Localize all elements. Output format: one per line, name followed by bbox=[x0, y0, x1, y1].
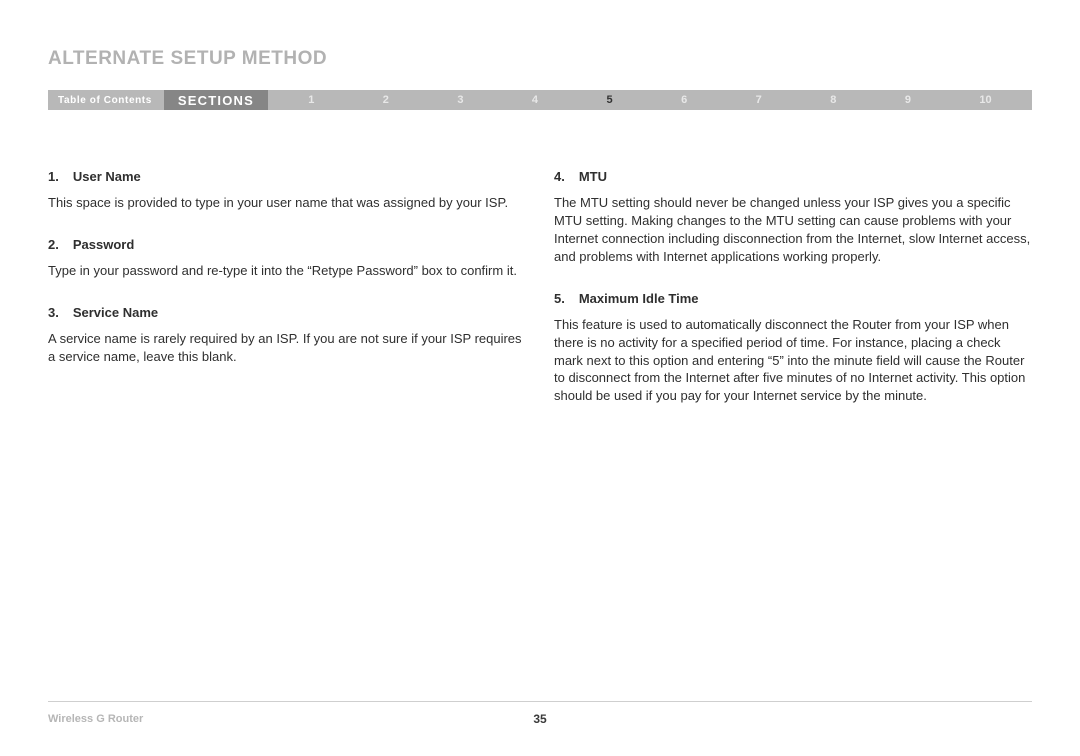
entry: 3. Service Name A service name is rarely r… bbox=[48, 304, 526, 366]
section-numbers: 1 2 3 4 5 6 7 8 9 10 bbox=[268, 90, 1032, 110]
section-link-9[interactable]: 9 bbox=[905, 90, 911, 110]
entry-heading: 2. Password bbox=[48, 236, 526, 254]
entry-title: Service Name bbox=[73, 305, 158, 320]
entry: 2. Password Type in your password and re-t… bbox=[48, 236, 526, 280]
entry-title: Maximum Idle Time bbox=[579, 291, 699, 306]
section-link-3[interactable]: 3 bbox=[457, 90, 463, 110]
entry-number: 4. bbox=[554, 169, 565, 184]
page-title: ALTERNATE SETUP METHOD bbox=[48, 48, 1032, 70]
section-link-2[interactable]: 2 bbox=[383, 90, 389, 110]
entry-heading: 4. MTU bbox=[554, 168, 1032, 186]
section-link-6[interactable]: 6 bbox=[681, 90, 687, 110]
entry-number: 3. bbox=[48, 305, 59, 320]
entry: 4. MTU The MTU setting should never be cha… bbox=[554, 168, 1032, 266]
sections-label: SECTIONS bbox=[164, 90, 268, 110]
entry: 5. Maximum Idle Time This feature is used … bbox=[554, 290, 1032, 406]
toc-link[interactable]: Table of Contents bbox=[48, 95, 164, 106]
footer-divider bbox=[48, 701, 1032, 702]
entry-number: 1. bbox=[48, 169, 59, 184]
footer: Wireless G Router 35 bbox=[48, 701, 1032, 726]
entry-heading: 5. Maximum Idle Time bbox=[554, 290, 1032, 308]
entry-body: A service name is rarely required by an … bbox=[48, 330, 526, 366]
section-link-1[interactable]: 1 bbox=[308, 90, 314, 110]
entry-body: Type in your password and re-type it int… bbox=[48, 262, 526, 280]
entry-heading: 1. User Name bbox=[48, 168, 526, 186]
page-number: 35 bbox=[533, 712, 546, 726]
entry-title: MTU bbox=[579, 169, 607, 184]
entry-title: Password bbox=[73, 237, 134, 252]
section-link-8[interactable]: 8 bbox=[830, 90, 836, 110]
entry: 1. User Name This space is provided to typ… bbox=[48, 168, 526, 212]
entry-number: 5. bbox=[554, 291, 565, 306]
right-column: 4. MTU The MTU setting should never be cha… bbox=[554, 168, 1032, 429]
content: 1. User Name This space is provided to typ… bbox=[48, 168, 1032, 429]
entry-body: The MTU setting should never be changed … bbox=[554, 194, 1032, 266]
product-name: Wireless G Router bbox=[48, 713, 143, 725]
entry-number: 2. bbox=[48, 237, 59, 252]
section-link-4[interactable]: 4 bbox=[532, 90, 538, 110]
section-link-7[interactable]: 7 bbox=[756, 90, 762, 110]
entry-title: User Name bbox=[73, 169, 141, 184]
entry-heading: 3. Service Name bbox=[48, 304, 526, 322]
section-link-10[interactable]: 10 bbox=[979, 90, 991, 110]
entry-body: This feature is used to automatically di… bbox=[554, 316, 1032, 406]
left-column: 1. User Name This space is provided to typ… bbox=[48, 168, 526, 429]
entry-body: This space is provided to type in your u… bbox=[48, 194, 526, 212]
nav-bar: Table of Contents SECTIONS 1 2 3 4 5 6 7 8 9 10 bbox=[48, 90, 1032, 110]
section-link-5[interactable]: 5 bbox=[607, 90, 613, 110]
